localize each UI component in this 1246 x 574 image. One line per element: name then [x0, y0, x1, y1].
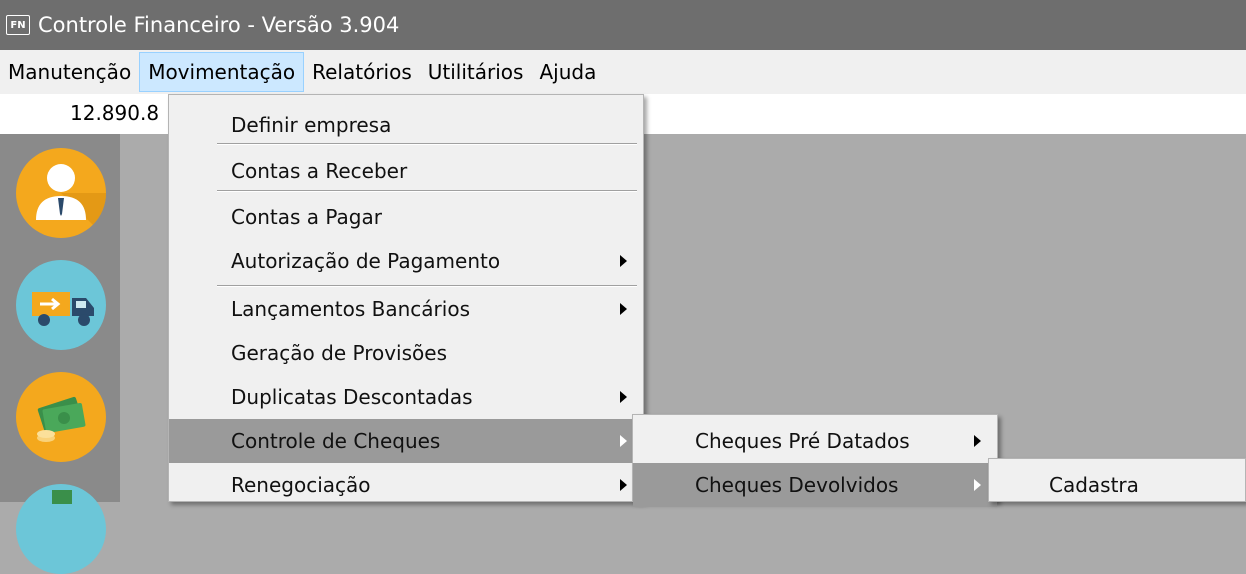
app-icon: FN	[6, 15, 30, 35]
menu-item-contas-a-pagar[interactable]: Contas a Pagar	[169, 195, 643, 239]
movimentacao-dropdown: Definir empresa Contas a Receber Contas …	[168, 94, 644, 502]
cheques-submenu: Cheques Pré Datados Cheques Devolvidos	[632, 414, 998, 507]
menu-item-contas-a-receber[interactable]: Contas a Receber	[169, 149, 643, 193]
menu-separator	[217, 143, 637, 145]
menu-item-cheques-pre-datados[interactable]: Cheques Pré Datados	[633, 419, 997, 463]
menu-item-duplicatas-descontadas[interactable]: Duplicatas Descontadas	[169, 375, 643, 419]
submenu-arrow-icon	[620, 391, 627, 403]
menu-item-label: Contas a Receber	[231, 159, 408, 183]
menu-bar: Manutenção Movimentação Relatórios Utili…	[0, 50, 1246, 94]
menu-separator	[217, 190, 637, 192]
title-bar: FN Controle Financeiro - Versão 3.904	[0, 0, 1246, 50]
truck-icon[interactable]	[16, 260, 106, 350]
money-icon[interactable]	[16, 372, 106, 462]
menu-relatorios[interactable]: Relatórios	[304, 52, 420, 92]
submenu-arrow-icon	[974, 435, 981, 447]
balance-amount: 12.890.8	[70, 101, 160, 125]
submenu-arrow-icon	[620, 479, 627, 491]
menu-movimentacao[interactable]: Movimentação	[139, 52, 305, 92]
window-title: Controle Financeiro - Versão 3.904	[38, 13, 400, 37]
menu-item-label: Geração de Provisões	[231, 341, 447, 365]
submenu-arrow-icon	[620, 255, 627, 267]
menu-item-label: Autorização de Pagamento	[231, 249, 501, 273]
menu-item-label: Definir empresa	[231, 113, 392, 137]
menu-manutencao[interactable]: Manutenção	[0, 52, 139, 92]
dollar-icon[interactable]	[16, 484, 106, 574]
menu-ajuda[interactable]: Ajuda	[531, 52, 604, 92]
menu-item-lancamentos-bancarios[interactable]: Lançamentos Bancários	[169, 287, 643, 331]
submenu-arrow-icon	[620, 435, 627, 447]
menu-item-geracao-provisoes[interactable]: Geração de Provisões	[169, 331, 643, 375]
submenu-arrow-icon	[974, 479, 981, 491]
menu-utilitarios[interactable]: Utilitários	[420, 52, 532, 92]
devolvidos-submenu: Cadastra	[988, 458, 1246, 502]
menu-item-controle-cheques[interactable]: Controle de Cheques	[169, 419, 643, 463]
user-icon[interactable]	[16, 148, 106, 238]
menu-item-definir-empresa[interactable]: Definir empresa	[169, 103, 643, 147]
menu-item-cheques-devolvidos[interactable]: Cheques Devolvidos	[633, 463, 997, 507]
menu-item-label: Duplicatas Descontadas	[231, 385, 473, 409]
menu-item-label: Contas a Pagar	[231, 205, 382, 229]
menu-item-label: Cheques Devolvidos	[695, 473, 899, 497]
menu-item-cadastra[interactable]: Cadastra	[989, 463, 1245, 507]
submenu-arrow-icon	[620, 303, 627, 315]
menu-item-autorizacao-pagamento[interactable]: Autorização de Pagamento	[169, 239, 643, 283]
menu-item-label: Controle de Cheques	[231, 429, 441, 453]
sidebar	[0, 134, 120, 574]
menu-item-renegociacao[interactable]: Renegociação	[169, 463, 643, 507]
menu-item-label: Cheques Pré Datados	[695, 429, 910, 453]
menu-item-label: Renegociação	[231, 473, 371, 497]
menu-item-label: Lançamentos Bancários	[231, 297, 470, 321]
menu-item-label: Cadastra	[1049, 473, 1139, 497]
